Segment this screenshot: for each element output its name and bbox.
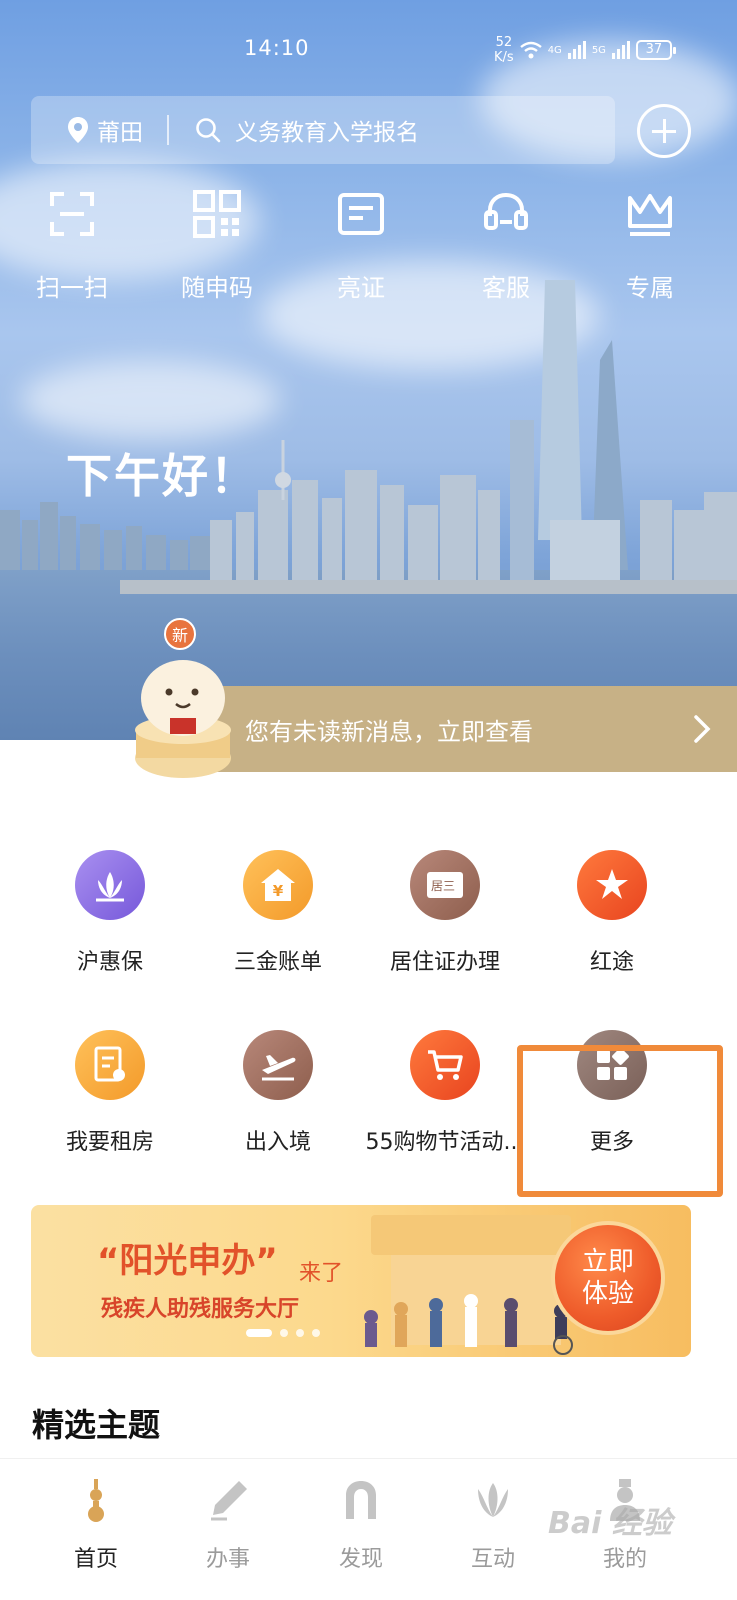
svg-text:¥: ¥ [273, 882, 284, 900]
lotus-icon [75, 850, 145, 920]
search-divider [167, 115, 169, 145]
wifi-icon [519, 41, 542, 59]
pen-icon [211, 1481, 247, 1521]
discover-arch-icon [346, 1481, 376, 1519]
nav-interact[interactable]: 互动 [443, 1477, 543, 1573]
yuan-house-icon: ¥ [243, 850, 313, 920]
section-title: 精选主题 [32, 1406, 161, 1444]
plane-icon [243, 1030, 313, 1100]
headset-icon [484, 192, 528, 230]
location-label: 莆田 [97, 120, 143, 146]
service-hongtu[interactable]: 红途 [527, 850, 697, 976]
promo-banner[interactable]: “阳光申办” 来了 残疾人助残服务大厅 立即 体验 [31, 1205, 691, 1357]
cart-icon [410, 1030, 480, 1100]
greeting-text: 下午好！ [66, 449, 258, 503]
quick-action-qr-code[interactable]: 随申码 [162, 190, 272, 303]
notice-text: 您有未读新消息，立即查看 [245, 718, 533, 746]
status-indicators: 52 K/s 4G 5G 37 [494, 32, 676, 68]
home-tower-icon [88, 1479, 104, 1522]
service-three-funds-bill[interactable]: ¥ 三金账单 [193, 850, 363, 976]
quick-action-customer-service[interactable]: 客服 [451, 190, 561, 303]
unread-message-notice[interactable]: 您有未读新消息，立即查看 [205, 686, 737, 772]
service-huhuibao[interactable]: 沪惠保 [25, 850, 195, 976]
try-now-button[interactable]: 立即 体验 [551, 1221, 665, 1335]
star-icon [577, 850, 647, 920]
quick-action-exclusive[interactable]: 专属 [595, 190, 705, 303]
scan-icon [50, 192, 94, 236]
svg-text:居三: 居三 [431, 879, 455, 893]
new-badge: 新 [164, 618, 196, 650]
net-speed: 52 K/s [494, 35, 514, 65]
signal-bars-icon [567, 41, 586, 59]
quick-action-scan[interactable]: 扫一扫 [17, 190, 127, 303]
signal-bars-icon [611, 41, 630, 59]
highlight-annotation-box [517, 1045, 723, 1197]
add-button[interactable] [637, 104, 691, 158]
baidu-jingyan-watermark: Bai 经验 [548, 1506, 672, 1541]
signal-4g-label: 4G [547, 44, 562, 56]
service-55-shopping-festival[interactable]: 55购物节活动... [360, 1030, 530, 1156]
service-residence-permit[interactable]: 居三 居住证办理 [360, 850, 530, 976]
crown-icon [628, 194, 672, 236]
banner-subtitle: 残疾人助残服务大厅 [101, 1297, 300, 1322]
search-input[interactable]: 义务教育入学报名 [195, 113, 419, 147]
quick-action-show-id[interactable]: 亮证 [306, 190, 416, 303]
signal-5g-label: 5G [591, 44, 606, 56]
search-icon [196, 118, 221, 143]
residence-card-icon: 居三 [410, 850, 480, 920]
search-placeholder: 义务教育入学报名 [235, 120, 419, 146]
nav-discover[interactable]: 发现 [311, 1477, 411, 1573]
service-exit-entry[interactable]: 出入境 [193, 1030, 363, 1156]
location-pin-icon [68, 117, 88, 143]
qr-code-icon [193, 190, 241, 238]
id-card-icon [338, 193, 384, 235]
banner-title-suffix: 来了 [299, 1261, 344, 1286]
nav-services[interactable]: 办事 [178, 1477, 278, 1573]
nav-home[interactable]: 首页 [46, 1477, 146, 1573]
location-selector[interactable]: 莆田 [31, 113, 143, 147]
status-time: 14:10 [244, 36, 310, 60]
carousel-indicator [246, 1329, 320, 1337]
banner-title: “阳光申办” [97, 1241, 278, 1281]
chevron-right-icon [694, 715, 711, 743]
search-bar[interactable]: 莆田 义务教育入学报名 [31, 96, 615, 164]
service-rent-house[interactable]: 我要租房 [25, 1030, 195, 1156]
battery-icon: 37 [635, 40, 676, 60]
magnolia-icon [478, 1483, 508, 1517]
rent-document-icon [75, 1030, 145, 1100]
